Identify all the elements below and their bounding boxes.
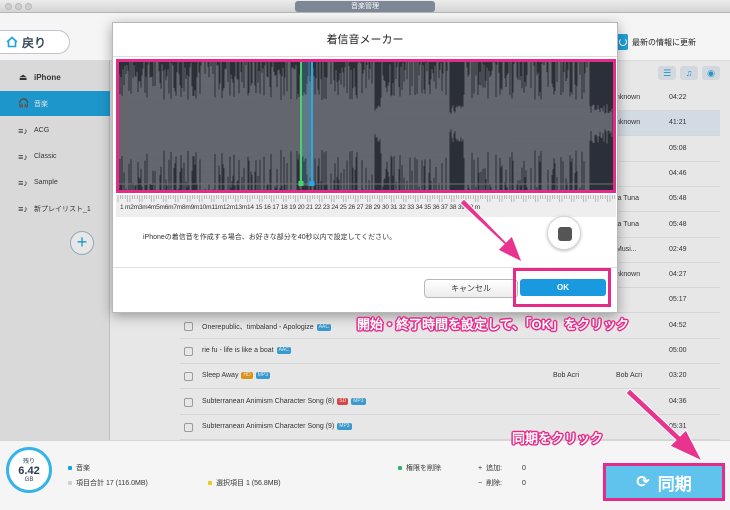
- arrow-to-ok: [459, 198, 523, 264]
- annotation-sync-click: 同期をクリック: [512, 431, 604, 446]
- arrow-to-sync: [625, 388, 704, 463]
- annotation-arrows: [459, 198, 704, 463]
- annotation-set-time: 開始・終了時間を設定して、「OK」をクリック: [357, 317, 629, 332]
